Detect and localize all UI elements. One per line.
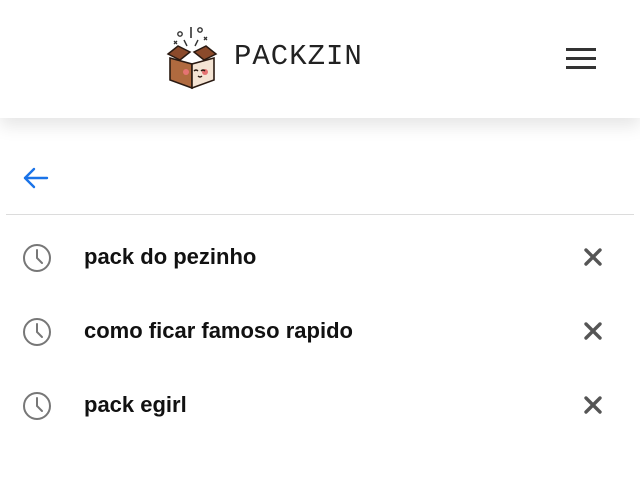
history-item[interactable]: como ficar famoso rapido [0,296,640,366]
arrow-left-icon [23,167,49,189]
brand-name[interactable]: PACKZIN [234,40,363,73]
history-item[interactable]: pack do pezinho [0,222,640,292]
back-button[interactable] [20,162,52,194]
divider [6,214,634,215]
hamburger-menu-button[interactable] [566,46,596,70]
clock-icon [23,392,51,420]
clock-icon [23,318,51,346]
history-item[interactable]: pack egirl [0,370,640,440]
close-icon[interactable] [578,390,608,420]
history-query-text[interactable]: pack egirl [84,392,187,418]
history-query-text[interactable]: pack do pezinho [84,244,256,270]
history-query-text[interactable]: como ficar famoso rapido [84,318,353,344]
hamburger-menu-icon [566,48,596,51]
close-icon[interactable] [578,316,608,346]
app-header: PACKZIN [0,0,640,118]
box-logo-icon[interactable] [160,24,224,90]
clock-icon [23,244,51,272]
close-icon[interactable] [578,242,608,272]
